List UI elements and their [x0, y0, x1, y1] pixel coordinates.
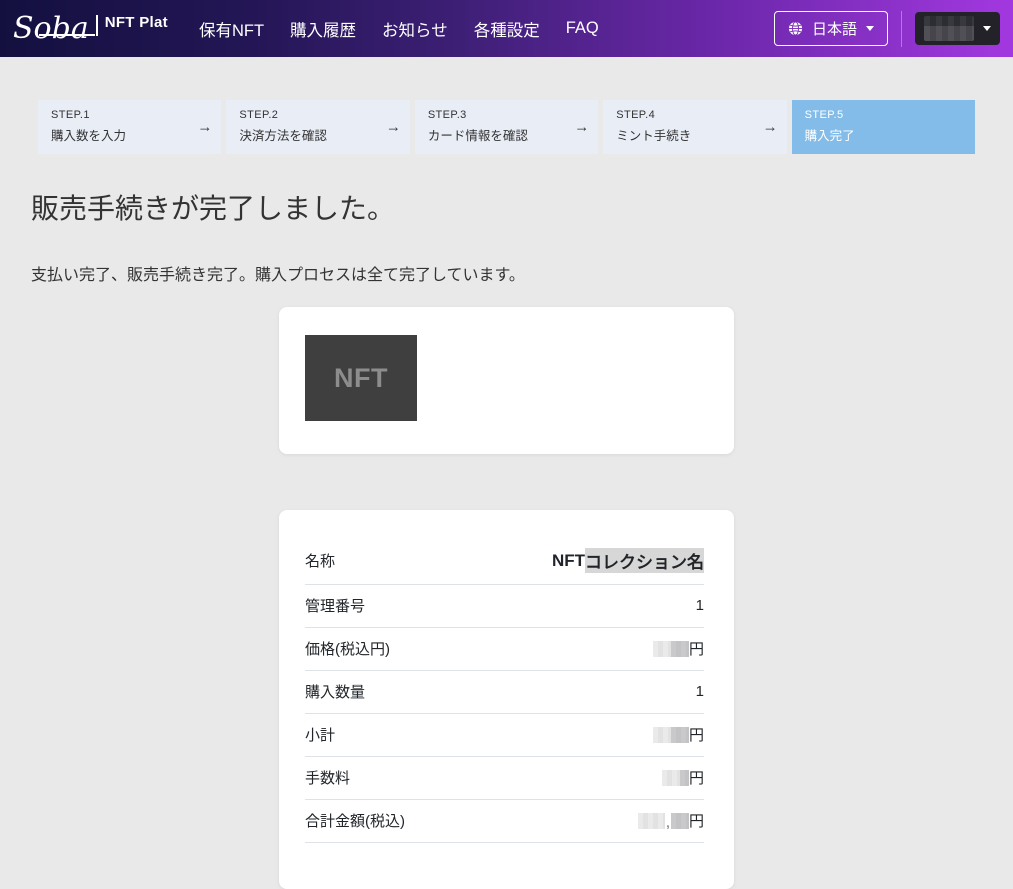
step-3-card: STEP.3 カード情報を確認→ — [415, 100, 598, 154]
order-details-table: 名称NFTコレクション名管理番号1価格(税込円)円購入数量1小計円手数料円合計金… — [305, 538, 704, 843]
step-indicator: STEP.1購入数を入力→STEP.2決済方法を確認→STEP.3カード情報を確… — [38, 100, 975, 154]
nft-image-placeholder: NFT — [305, 335, 417, 421]
page-description: 支払い完了、販売手続き完了。購入プロセスは全て完了しています。 — [31, 261, 982, 285]
step-arrow-icon: → — [763, 119, 778, 136]
step-number-label: STEP.1 — [51, 109, 208, 121]
table-row-price: 価格(税込円) 円 — [305, 628, 704, 671]
row-value-total: ,円 — [638, 810, 704, 831]
nav-item-faq: FAQ — [553, 9, 612, 48]
step-5-complete: STEP.5 購入完了 — [792, 100, 975, 154]
nav-link-purchase-history[interactable]: 購入履歴 — [277, 7, 369, 51]
row-label-quantity: 購入数量 — [305, 681, 365, 702]
row-label-subtotal: 小計 — [305, 724, 335, 745]
table-row-name: 名称 NFTコレクション名 — [305, 538, 704, 585]
row-label-name: 名称 — [305, 550, 335, 571]
step-number-label: STEP.5 — [805, 109, 962, 121]
navbar-divider — [901, 11, 902, 47]
step-number-label: STEP.3 — [428, 109, 585, 121]
step-number-label: STEP.4 — [616, 109, 773, 121]
nav-item-owned-nft: 保有NFT — [186, 7, 277, 51]
redacted-comma: , — [666, 814, 670, 831]
nav-item-settings: 各種設定 — [461, 7, 553, 51]
row-value-quantity: 1 — [696, 683, 704, 700]
nav-item-news: お知らせ — [369, 7, 461, 51]
row-value-subtotal: 円 — [653, 724, 704, 745]
nav-link-faq[interactable]: FAQ — [553, 9, 612, 48]
row-value-fee: 円 — [662, 767, 704, 788]
nav-link-owned-nft[interactable]: 保有NFT — [186, 7, 277, 51]
redacted-value-block — [671, 727, 689, 743]
row-value-name: NFTコレクション名 — [552, 548, 704, 573]
logo[interactable]: Soba NFT Plat — [13, 12, 168, 45]
row-label-total: 合計金額(税込) — [305, 810, 405, 831]
user-name-redacted — [924, 16, 974, 41]
row-value-management-number: 1 — [696, 597, 704, 614]
currency-suffix: 円 — [689, 810, 704, 831]
step-name-label: 購入数を入力 — [51, 125, 208, 144]
navbar-right: 日本語 — [774, 11, 1000, 47]
table-row-fee: 手数料 円 — [305, 757, 704, 800]
redacted-value-block — [653, 727, 671, 743]
table-row-total: 合計金額(税込),円 — [305, 800, 704, 843]
order-details-card: 名称NFTコレクション名管理番号1価格(税込円)円購入数量1小計円手数料円合計金… — [279, 510, 734, 889]
user-menu[interactable] — [915, 12, 1000, 45]
nav-menu: 保有NFT購入履歴お知らせ各種設定FAQ — [186, 7, 612, 51]
currency-suffix: 円 — [689, 724, 704, 745]
globe-icon — [788, 21, 803, 36]
redacted-value-block — [662, 770, 680, 786]
row-label-management-number: 管理番号 — [305, 595, 365, 616]
nav-link-settings[interactable]: 各種設定 — [461, 7, 553, 51]
redacted-value-block — [671, 641, 689, 657]
nav-item-purchase-history: 購入履歴 — [277, 7, 369, 51]
step-name-label: 決済方法を確認 — [239, 125, 396, 144]
redacted-value-block — [638, 813, 665, 829]
table-row-quantity: 購入数量 1 — [305, 671, 704, 714]
step-name-label: 購入完了 — [805, 125, 962, 144]
step-arrow-icon: → — [197, 119, 212, 136]
step-name-label: ミント手続き — [616, 125, 773, 144]
logo-script: Soba — [13, 12, 91, 45]
step-2-payment: STEP.2 決済方法を確認→ — [226, 100, 409, 154]
nft-image-card: NFT — [279, 307, 734, 454]
main-content: STEP.1購入数を入力→STEP.2決済方法を確認→STEP.3カード情報を確… — [0, 100, 1013, 889]
language-label: 日本語 — [812, 18, 857, 39]
value-prefix: NFT — [552, 551, 585, 571]
caret-down-icon — [866, 26, 874, 31]
step-1-quantity: STEP.1 購入数を入力→ — [38, 100, 221, 154]
logo-divider-icon — [96, 15, 98, 36]
step-name-label: カード情報を確認 — [428, 125, 585, 144]
caret-down-icon — [983, 26, 991, 31]
value-highlighted: コレクション名 — [585, 548, 704, 573]
row-value-price: 円 — [653, 638, 704, 659]
language-selector[interactable]: 日本語 — [774, 11, 888, 46]
step-number-label: STEP.2 — [239, 109, 396, 121]
navbar: Soba NFT Plat 保有NFT購入履歴お知らせ各種設定FAQ 日本語 — [0, 0, 1013, 57]
row-label-fee: 手数料 — [305, 767, 350, 788]
step-4-mint: STEP.4 ミント手続き→ — [603, 100, 786, 154]
step-arrow-icon: → — [574, 119, 589, 136]
step-arrow-icon: → — [386, 119, 401, 136]
logo-text: NFT Plat — [105, 14, 168, 31]
redacted-value-block — [680, 770, 689, 786]
page-title: 販売手続きが完了しました。 — [31, 187, 982, 227]
currency-suffix: 円 — [689, 638, 704, 659]
redacted-value-block — [653, 641, 671, 657]
nft-placeholder-label: NFT — [334, 363, 388, 394]
redacted-value-block — [671, 813, 689, 829]
row-label-price: 価格(税込円) — [305, 638, 390, 659]
nav-link-news[interactable]: お知らせ — [369, 7, 461, 51]
table-row-subtotal: 小計 円 — [305, 714, 704, 757]
currency-suffix: 円 — [689, 767, 704, 788]
table-row-management-number: 管理番号 1 — [305, 585, 704, 628]
